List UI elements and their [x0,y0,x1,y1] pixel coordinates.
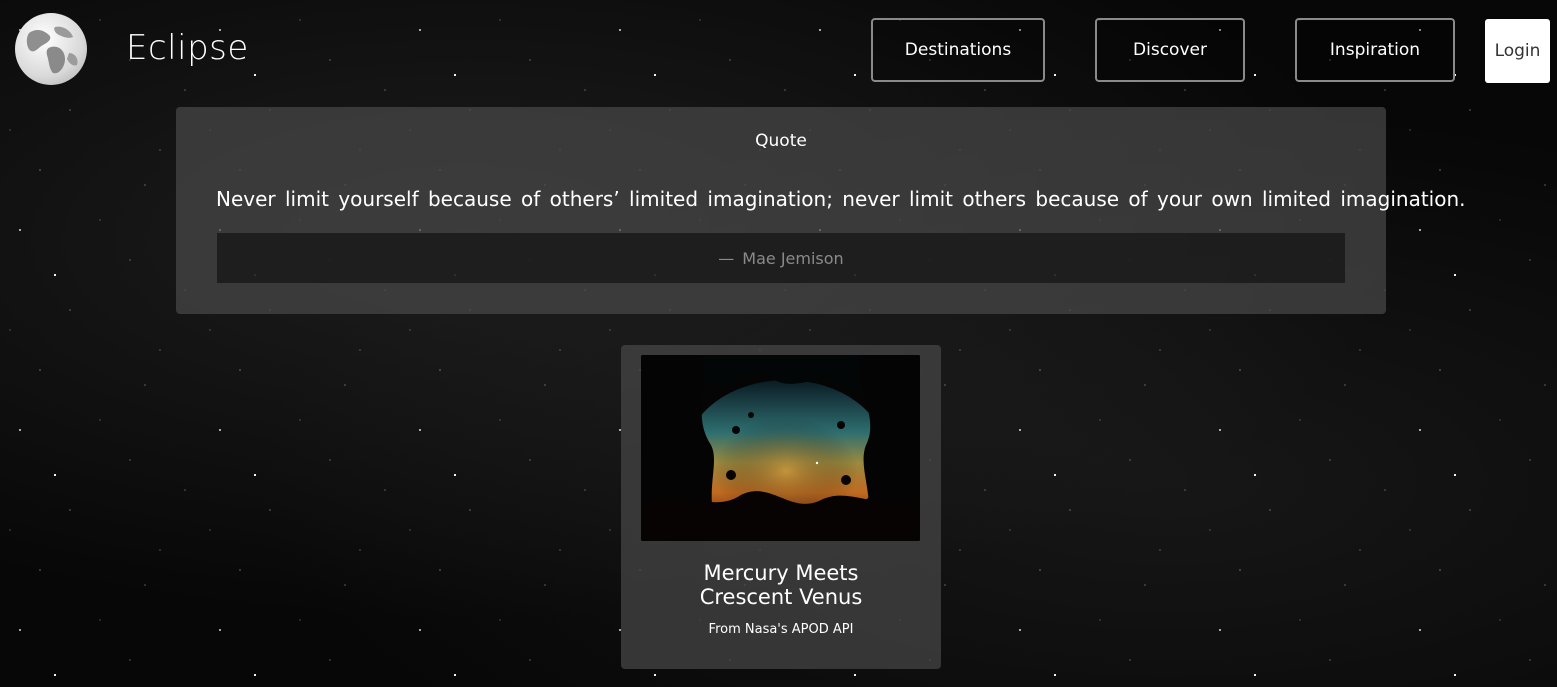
brand-name[interactable]: Eclipse [126,28,249,68]
quote-text: Never limit yourself because of others’ … [216,187,1466,211]
quote-title: Quote [755,131,807,151]
nav-button-inspiration[interactable]: Inspiration [1295,18,1455,82]
apod-card[interactable]: Mercury Meets Crescent Venus From Nasa's… [621,345,941,669]
login-button[interactable]: Login [1485,19,1550,83]
nav-button-discover[interactable]: Discover [1095,18,1245,82]
apod-image[interactable] [641,355,920,541]
quote-dash: — [718,248,735,268]
nav-button-destinations[interactable]: Destinations [871,18,1045,82]
quote-author: Mae Jemison [742,248,844,268]
apod-title-line-2: Crescent Venus [699,585,863,609]
quote-attribution: — Mae Jemison [217,233,1345,283]
quote-panel: Quote Never limit yourself because of ot… [176,107,1466,314]
apod-title: Mercury Meets Crescent Venus [621,561,941,609]
apod-title-line-1: Mercury Meets [703,561,859,585]
apod-caption: From Nasa's APOD API [708,622,854,637]
globe-logo-icon[interactable] [15,13,87,85]
